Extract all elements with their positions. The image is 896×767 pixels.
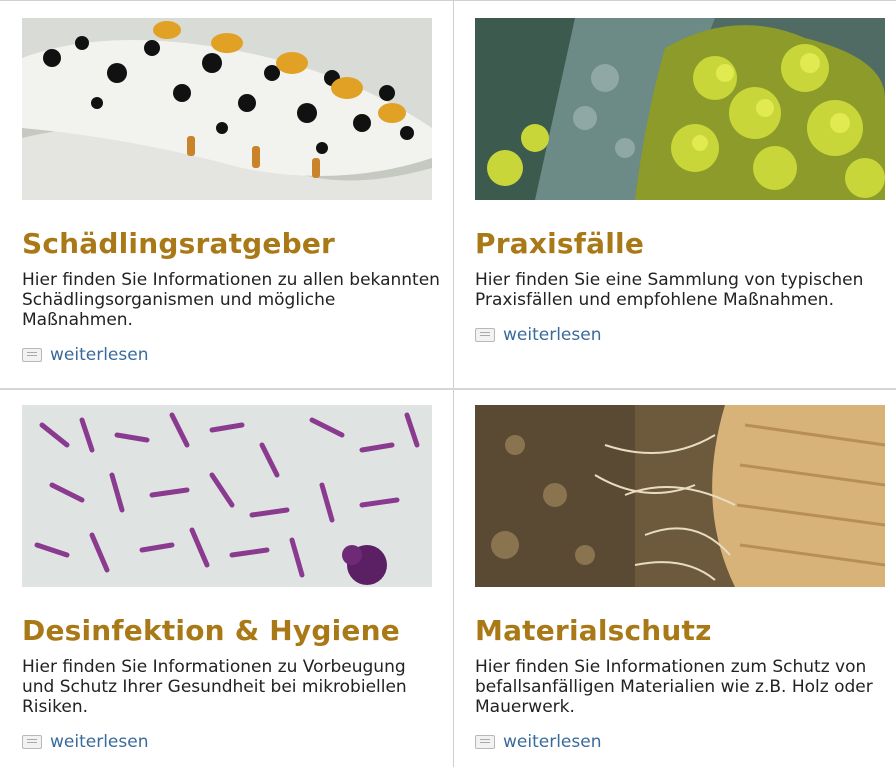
read-more-label[interactable]: weiterlesen <box>503 732 601 752</box>
caterpillar-image[interactable] <box>22 18 432 200</box>
read-more-label[interactable]: weiterlesen <box>503 325 601 345</box>
read-more-label[interactable]: weiterlesen <box>50 732 148 752</box>
bacteria-image[interactable] <box>22 405 432 587</box>
document-icon <box>22 735 42 749</box>
read-more-link[interactable]: weiterlesen <box>22 732 442 752</box>
wood-image[interactable] <box>475 405 885 587</box>
vertical-divider <box>453 0 454 767</box>
horizontal-divider <box>0 388 896 390</box>
card-title[interactable]: Materialschutz <box>475 615 895 647</box>
card-description: Hier finden Sie Informationen zum Schutz… <box>475 657 873 717</box>
card-title[interactable]: Desinfektion & Hygiene <box>22 615 442 647</box>
document-icon <box>475 328 495 342</box>
card-description: Hier finden Sie eine Sammlung von typisc… <box>475 270 864 310</box>
read-more-link[interactable]: weiterlesen <box>475 325 895 345</box>
document-icon <box>475 735 495 749</box>
card-title[interactable]: Praxisfälle <box>475 228 895 260</box>
read-more-link[interactable]: weiterlesen <box>475 732 895 752</box>
card-materialschutz: Materialschutz Hier finden Sie Informati… <box>475 405 895 752</box>
card-desinfektion-hygiene: Desinfektion & Hygiene Hier finden Sie I… <box>22 405 442 752</box>
read-more-label[interactable]: weiterlesen <box>50 345 148 365</box>
card-title[interactable]: Schädlingsratgeber <box>22 228 442 260</box>
teaser-grid: Schädlingsratgeber Hier finden Sie Infor… <box>0 0 896 767</box>
document-icon <box>22 348 42 362</box>
card-praxisfaelle: Praxisfälle Hier finden Sie eine Sammlun… <box>475 18 895 345</box>
read-more-link[interactable]: weiterlesen <box>22 345 442 365</box>
card-description: Hier finden Sie Informationen zu Vorbeug… <box>22 657 407 717</box>
card-description: Hier finden Sie Informationen zu allen b… <box>22 270 440 330</box>
lichen-image[interactable] <box>475 18 885 200</box>
card-schaedlingsratgeber: Schädlingsratgeber Hier finden Sie Infor… <box>22 18 442 365</box>
top-divider <box>0 0 896 1</box>
